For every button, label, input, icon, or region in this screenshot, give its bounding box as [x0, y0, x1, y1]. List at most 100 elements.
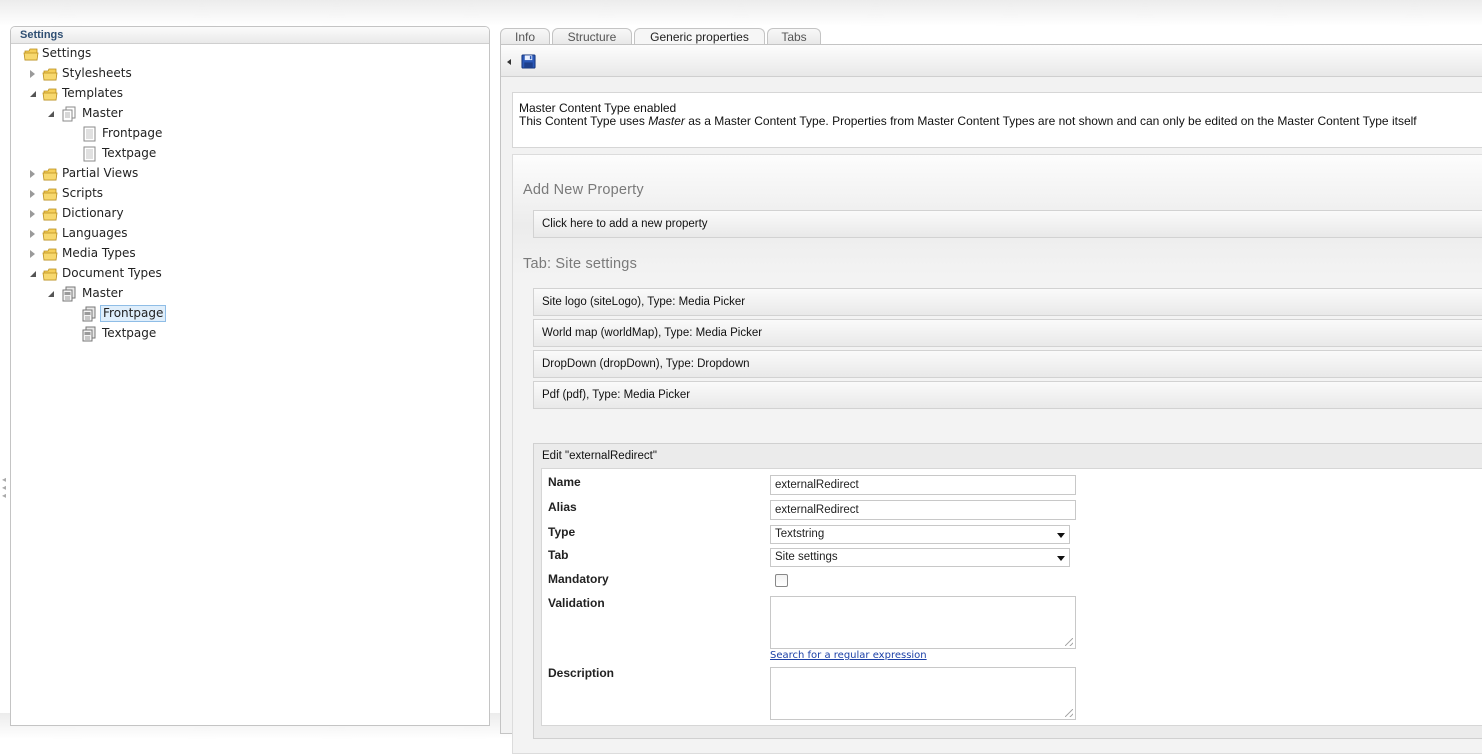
tree-item-dictionary[interactable]: Dictionary — [11, 204, 489, 224]
tree-item-media-types[interactable]: Media Types — [11, 244, 489, 264]
tree-item-languages[interactable]: Languages — [11, 224, 489, 244]
tree-item-label[interactable]: Master — [80, 285, 125, 302]
tree-item-template-master[interactable]: Master — [11, 104, 489, 124]
tree-item-label[interactable]: Stylesheets — [60, 65, 134, 82]
description-textarea[interactable] — [770, 667, 1076, 720]
tree-item-template-textpage[interactable]: Textpage — [11, 144, 489, 164]
chevron-down-icon — [1057, 533, 1065, 538]
resize-grip-icon[interactable] — [1065, 638, 1073, 646]
folder-icon — [42, 228, 58, 241]
tree-item-label[interactable]: Partial Views — [60, 165, 140, 182]
edit-property-box: Edit "externalRedirect" Name externalRed… — [533, 443, 1482, 739]
folder-icon — [42, 168, 58, 181]
collapse-arrow-icon[interactable] — [48, 291, 54, 297]
document-type-icon — [82, 306, 96, 322]
tree-item-label[interactable]: Frontpage — [100, 125, 164, 142]
tree-item-label-selected[interactable]: Frontpage — [100, 305, 167, 322]
save-icon[interactable] — [521, 54, 536, 69]
collapse-arrow-icon[interactable] — [30, 91, 36, 97]
tab-select[interactable]: Site settings — [770, 548, 1070, 567]
tree-item-label[interactable]: Textpage — [100, 145, 158, 162]
tree-item-label[interactable]: Scripts — [60, 185, 105, 202]
template-group-icon — [62, 106, 76, 122]
properties-panel: Add New Property Click here to add a new… — [512, 154, 1482, 754]
tree-item-label[interactable]: Document Types — [60, 265, 164, 282]
name-field[interactable]: externalRedirect — [770, 475, 1076, 495]
settings-tree-panel: Settings Settings Stylesheets Templates … — [10, 26, 490, 726]
tree-item-doctype-textpage[interactable]: Textpage — [11, 324, 489, 344]
tree-item-label[interactable]: Settings — [40, 45, 93, 62]
tree-item-partial-views[interactable]: Partial Views — [11, 164, 489, 184]
expand-arrow-icon[interactable] — [30, 250, 35, 258]
tab-site-settings-heading: Tab: Site settings — [523, 256, 638, 272]
folder-icon — [42, 88, 58, 101]
tree-item-label[interactable]: Master — [80, 105, 125, 122]
panel-resize-handle[interactable]: ◂ ◂ ◂ — [2, 476, 8, 506]
tree-item-label[interactable]: Media Types — [60, 245, 138, 262]
collapse-arrow-icon[interactable] — [48, 111, 54, 117]
expand-arrow-icon[interactable] — [30, 230, 35, 238]
document-type-icon — [82, 326, 96, 342]
document-type-group-icon — [62, 286, 76, 302]
add-new-property-button[interactable]: Click here to add a new property — [533, 210, 1482, 238]
regex-search-link[interactable]: Search for a regular expression — [770, 650, 927, 661]
validation-label: Validation — [548, 596, 605, 610]
type-select-value: Textstring — [775, 528, 825, 540]
settings-tree: Settings Stylesheets Templates Master Fr… — [11, 44, 489, 344]
tree-item-label[interactable]: Dictionary — [60, 205, 126, 222]
type-select[interactable]: Textstring — [770, 525, 1070, 544]
toolbar-collapse-icon[interactable] — [507, 59, 511, 65]
tree-item-doctype-frontpage[interactable]: Frontpage — [11, 304, 489, 324]
toolbar — [501, 45, 1482, 77]
master-content-type-notice: Master Content Type enabled This Content… — [512, 92, 1482, 148]
notice-text: This Content Type uses Master as a Maste… — [519, 115, 1482, 128]
add-property-heading: Add New Property — [523, 182, 644, 198]
alias-field[interactable]: externalRedirect — [770, 500, 1076, 520]
folder-icon — [42, 268, 58, 281]
tree-item-template-frontpage[interactable]: Frontpage — [11, 124, 489, 144]
tree-item-templates[interactable]: Templates — [11, 84, 489, 104]
collapse-arrow-icon[interactable] — [30, 271, 36, 277]
property-site-logo[interactable]: Site logo (siteLogo), Type: Media Picker — [533, 288, 1482, 316]
property-dropdown[interactable]: DropDown (dropDown), Type: Dropdown — [533, 350, 1482, 378]
expand-arrow-icon[interactable] — [30, 70, 35, 78]
type-label: Type — [548, 525, 576, 539]
tab-select-value: Site settings — [775, 551, 838, 563]
tree-item-document-types[interactable]: Document Types — [11, 264, 489, 284]
chevron-down-icon — [1057, 556, 1065, 561]
validation-textarea[interactable] — [770, 596, 1076, 649]
resize-grip-icon[interactable] — [1065, 709, 1073, 717]
tree-item-doctype-master[interactable]: Master — [11, 284, 489, 304]
tree-item-scripts[interactable]: Scripts — [11, 184, 489, 204]
tree-item-label[interactable]: Textpage — [100, 325, 158, 342]
tree-panel-header: Settings — [11, 27, 489, 44]
folder-icon — [23, 48, 39, 61]
notice-master-name: Master — [648, 114, 685, 128]
expand-arrow-icon[interactable] — [30, 190, 35, 198]
edit-property-title[interactable]: Edit "externalRedirect" — [542, 450, 657, 462]
edit-property-form: Name externalRedirect Alias externalRedi… — [541, 468, 1482, 726]
template-icon — [83, 146, 96, 162]
name-label: Name — [548, 475, 581, 489]
tree-item-label[interactable]: Templates — [60, 85, 125, 102]
property-world-map[interactable]: World map (worldMap), Type: Media Picker — [533, 319, 1482, 347]
expand-arrow-icon[interactable] — [30, 210, 35, 218]
template-icon — [83, 126, 96, 142]
notice-text-part: as a Master Content Type. Properties fro… — [684, 114, 1417, 128]
tree-item-label[interactable]: Languages — [60, 225, 129, 242]
folder-icon — [42, 68, 58, 81]
mandatory-label: Mandatory — [548, 572, 609, 586]
tab-content-area: Master Content Type enabled This Content… — [500, 44, 1482, 754]
expand-arrow-icon[interactable] — [30, 170, 35, 178]
folder-icon — [42, 188, 58, 201]
tab-label: Tab — [548, 548, 569, 562]
content-panel: Info Structure Generic properties Tabs M… — [500, 26, 1482, 754]
mandatory-checkbox[interactable] — [775, 574, 788, 587]
description-label: Description — [548, 666, 615, 680]
tree-item-settings[interactable]: Settings — [11, 44, 489, 64]
notice-text-part: This Content Type uses — [519, 114, 649, 128]
folder-icon — [42, 248, 58, 261]
tree-item-stylesheets[interactable]: Stylesheets — [11, 64, 489, 84]
property-pdf[interactable]: Pdf (pdf), Type: Media Picker — [533, 381, 1482, 409]
folder-icon — [42, 208, 58, 221]
